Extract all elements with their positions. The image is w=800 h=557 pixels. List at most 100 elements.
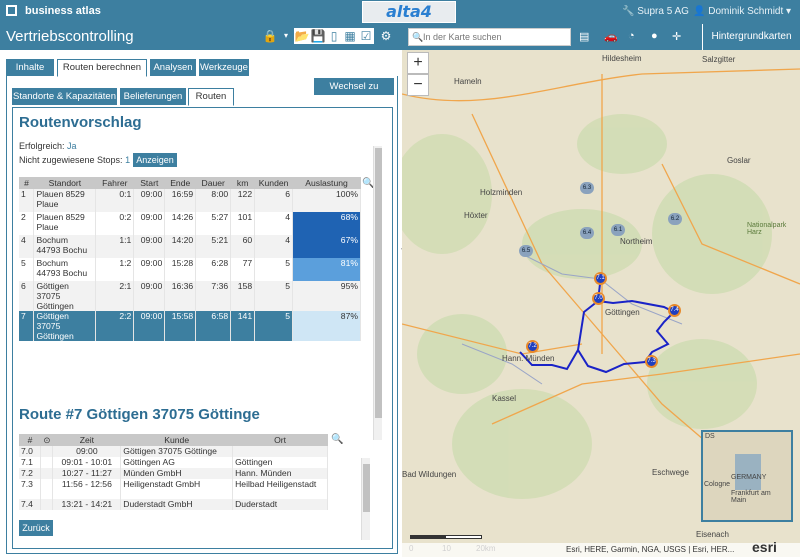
cell-ort: Göttingen bbox=[232, 457, 328, 468]
table-row[interactable]: 4 Bochum 44793 Bochu 1:1 09:00 14:20 5:21 60 4 6… bbox=[19, 235, 361, 258]
chevron-down-icon[interactable]: ▾ bbox=[278, 28, 294, 44]
cell-auslastung: 87% bbox=[292, 311, 361, 341]
unassigned-line: Nicht zugewiesene Stops: 1 bbox=[19, 155, 131, 165]
cell-ort: Duderstadt bbox=[232, 499, 328, 510]
table-row[interactable]: 7.4 13:21 - 14:21 Duderstadt GmbH Duderstad… bbox=[19, 499, 328, 510]
alta4-logo: alta4 bbox=[362, 1, 456, 23]
stop-badge[interactable]: 6.1 bbox=[611, 224, 625, 236]
table-row[interactable]: 7.0 09:00 Göttigen 37075 Göttinge bbox=[19, 446, 328, 457]
column-header[interactable]: Kunde bbox=[120, 434, 233, 446]
zoom-out-button[interactable]: − bbox=[407, 74, 429, 96]
layers-icon[interactable]: ▤ bbox=[579, 30, 589, 43]
search-stops-icon[interactable]: 🔍 bbox=[331, 434, 343, 445]
table-row[interactable]: 7.1 09:01 - 10:01 Göttingen AG Göttingen bbox=[19, 457, 328, 468]
switch-simple-button[interactable]: Wechsel zu Simple bbox=[314, 78, 394, 109]
pie-chart-icon[interactable]: ◔ bbox=[628, 30, 635, 42]
cell-kunde: Münden GmbH bbox=[120, 468, 234, 479]
cell-dauer: 6:28 bbox=[195, 258, 232, 281]
route-pin[interactable]: 7.0 bbox=[592, 292, 605, 305]
overview-extent[interactable] bbox=[735, 454, 761, 490]
license-label: Supra 5 AG bbox=[637, 6, 689, 17]
user-menu[interactable]: 👤 Dominik Schmidt ▾ bbox=[693, 6, 791, 17]
column-header[interactable]: Ort bbox=[232, 434, 328, 446]
basemap-button[interactable]: Hintergrundkarten bbox=[702, 24, 800, 50]
stop-badge[interactable]: 6.3 bbox=[580, 182, 594, 194]
table-row[interactable]: 5 Bochum 44793 Bochu 1:2 09:00 15:28 6:28 77 5 8… bbox=[19, 258, 361, 281]
cell-auslastung: 67% bbox=[292, 235, 361, 258]
route-pin[interactable]: 7.2 bbox=[526, 340, 539, 353]
cell-ort bbox=[232, 446, 328, 457]
tab-werkzeuge[interactable]: Werkzeuge bbox=[199, 59, 249, 76]
cell-start: 09:00 bbox=[133, 281, 166, 311]
cell-zeit: 09:01 - 10:01 bbox=[52, 457, 122, 468]
vertical-scrollbar[interactable] bbox=[373, 146, 382, 440]
map[interactable]: 🔍 In der Karte suchen ▤ 🚗 ◔ ● ✛ Hintergru… bbox=[402, 24, 800, 557]
stop-badge[interactable]: 6.2 bbox=[668, 213, 682, 225]
column-header[interactable]: # bbox=[19, 434, 41, 446]
column-header[interactable]: km bbox=[230, 177, 255, 189]
column-header[interactable]: Fahrer bbox=[95, 177, 134, 189]
route-pin[interactable]: 7.1 bbox=[594, 272, 607, 285]
folder-open-icon[interactable]: 📂 bbox=[294, 28, 310, 44]
stop-badge[interactable]: 6.5 bbox=[519, 245, 533, 257]
subtab-standorte[interactable]: Standorte & Kapazitäten bbox=[12, 88, 117, 105]
zoom-in-button[interactable]: + bbox=[407, 52, 429, 74]
table-row[interactable]: 6 Göttigen 37075 Göttingen 2:1 09:00 16:36 7:… bbox=[19, 281, 361, 311]
table-row[interactable]: 1 Plauen 8529 Plaue 0:1 09:00 16:59 8:00 122 6 1… bbox=[19, 189, 361, 212]
tab-inhalte[interactable]: Inhalte bbox=[6, 59, 54, 76]
subtab-belieferungen[interactable]: Belieferungen bbox=[120, 88, 186, 105]
gear-icon[interactable]: ⚙ bbox=[378, 28, 394, 44]
table-row[interactable]: 7.3 11:56 - 12:56 Heiligenstadt GmbH Heilba… bbox=[19, 479, 328, 499]
column-header[interactable]: Start bbox=[133, 177, 165, 189]
route-pin[interactable]: 7.4 bbox=[668, 304, 681, 317]
back-button[interactable]: Zurück bbox=[19, 520, 53, 536]
calendar-check-icon[interactable]: ☑ bbox=[358, 28, 374, 44]
cell-icon bbox=[40, 446, 54, 457]
cell-fahrer: 0:2 bbox=[95, 212, 135, 235]
column-header[interactable]: Auslastung bbox=[292, 177, 361, 189]
column-header[interactable]: Kunden bbox=[254, 177, 293, 189]
city-label: Northeim bbox=[620, 237, 653, 246]
top-bar: business atlas alta4 🔧 Supra 5 AG 👤 Domi… bbox=[0, 0, 800, 24]
column-header[interactable]: Standort bbox=[33, 177, 96, 189]
license-menu[interactable]: 🔧 Supra 5 AG bbox=[622, 6, 689, 17]
table-row[interactable]: 2 Plauen 8529 Plaue 0:2 09:00 14:26 5:27 101 4 6… bbox=[19, 212, 361, 235]
user-label: Dominik Schmidt bbox=[708, 6, 784, 17]
cell-icon bbox=[40, 468, 54, 479]
calendar-icon[interactable]: ▦ bbox=[342, 28, 358, 44]
cell-n: 2 bbox=[19, 212, 35, 235]
lock-icon[interactable]: 🔒 bbox=[262, 28, 278, 44]
overview-label: Cologne bbox=[704, 481, 731, 488]
map-search-input[interactable]: 🔍 In der Karte suchen bbox=[408, 28, 571, 46]
table-row[interactable]: 7 Göttigen 37075 Göttingen 2:2 09:00 15:58 6:… bbox=[19, 311, 361, 341]
overview-label: GERMANY bbox=[731, 474, 767, 481]
column-header[interactable]: Ende bbox=[164, 177, 196, 189]
city-label: Holzminden bbox=[480, 188, 523, 197]
column-header[interactable]: # bbox=[19, 177, 34, 189]
globe-icon[interactable]: ● bbox=[651, 30, 658, 42]
cell-start: 09:00 bbox=[133, 212, 166, 235]
stops-scrollbar[interactable] bbox=[361, 458, 370, 540]
overview-map[interactable]: DS GERMANY Cologne Frankfurt am Main bbox=[701, 430, 793, 522]
tab-routen-berechnen[interactable]: Routen berechnen bbox=[57, 59, 147, 77]
cell-standort: Plauen 8529 Plaue bbox=[33, 189, 97, 212]
car-icon[interactable]: 🚗 bbox=[604, 30, 618, 43]
save-icon[interactable]: 💾 bbox=[310, 28, 326, 44]
cell-zeit: 13:21 - 14:21 bbox=[52, 499, 122, 510]
column-header[interactable]: Zeit bbox=[52, 434, 121, 446]
cell-n: 1 bbox=[19, 189, 35, 212]
show-unassigned-button[interactable]: Anzeigen bbox=[133, 153, 177, 167]
column-header[interactable]: Dauer bbox=[195, 177, 231, 189]
document-icon[interactable]: ▯ bbox=[326, 28, 342, 44]
locate-icon[interactable]: ✛ bbox=[672, 30, 681, 43]
column-header[interactable]: ⊙ bbox=[40, 434, 53, 446]
tab-analysen[interactable]: Analysen bbox=[150, 59, 196, 76]
table-row[interactable]: 7.2 10:27 - 11:27 Münden GmbH Hann. Münden bbox=[19, 468, 328, 479]
cell-fahrer: 1:1 bbox=[95, 235, 135, 258]
city-label: Höxter bbox=[464, 211, 488, 220]
route-pin[interactable]: 7.3 bbox=[645, 355, 658, 368]
brand[interactable]: business atlas bbox=[6, 5, 101, 17]
stop-badge[interactable]: 6.4 bbox=[580, 227, 594, 239]
attribution: Esri, HERE, Garmin, NGA, USGS | Esri, HE… bbox=[402, 539, 800, 557]
subtab-routen[interactable]: Routen bbox=[188, 88, 234, 106]
